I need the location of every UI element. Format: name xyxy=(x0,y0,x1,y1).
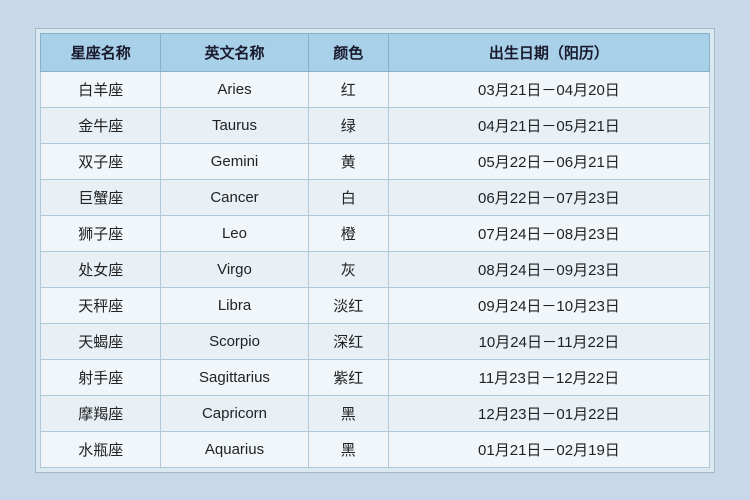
cell-color: 橙 xyxy=(308,215,388,251)
cell-english: Aries xyxy=(161,71,308,107)
cell-chinese: 狮子座 xyxy=(41,215,161,251)
table-row: 天秤座Libra淡红09月24日－10月23日 xyxy=(41,287,710,323)
cell-chinese: 水瓶座 xyxy=(41,431,161,467)
cell-english: Libra xyxy=(161,287,308,323)
cell-chinese: 射手座 xyxy=(41,359,161,395)
cell-english: Aquarius xyxy=(161,431,308,467)
table-row: 双子座Gemini黄05月22日－06月21日 xyxy=(41,143,710,179)
table-row: 处女座Virgo灰08月24日－09月23日 xyxy=(41,251,710,287)
cell-chinese: 双子座 xyxy=(41,143,161,179)
cell-color: 黄 xyxy=(308,143,388,179)
cell-date: 04月21日－05月21日 xyxy=(388,107,709,143)
cell-color: 淡红 xyxy=(308,287,388,323)
cell-date: 07月24日－08月23日 xyxy=(388,215,709,251)
header-date: 出生日期（阳历） xyxy=(388,33,709,71)
cell-color: 红 xyxy=(308,71,388,107)
cell-date: 05月22日－06月21日 xyxy=(388,143,709,179)
cell-color: 灰 xyxy=(308,251,388,287)
table-row: 狮子座Leo橙07月24日－08月23日 xyxy=(41,215,710,251)
cell-english: Gemini xyxy=(161,143,308,179)
cell-english: Leo xyxy=(161,215,308,251)
cell-color: 绿 xyxy=(308,107,388,143)
cell-color: 紫红 xyxy=(308,359,388,395)
cell-chinese: 天蝎座 xyxy=(41,323,161,359)
cell-chinese: 白羊座 xyxy=(41,71,161,107)
table-header-row: 星座名称 英文名称 颜色 出生日期（阳历） xyxy=(41,33,710,71)
zodiac-table-container: 星座名称 英文名称 颜色 出生日期（阳历） 白羊座Aries红03月21日－04… xyxy=(35,28,715,473)
cell-chinese: 天秤座 xyxy=(41,287,161,323)
table-row: 射手座Sagittarius紫红11月23日－12月22日 xyxy=(41,359,710,395)
cell-date: 10月24日－11月22日 xyxy=(388,323,709,359)
cell-date: 01月21日－02月19日 xyxy=(388,431,709,467)
table-row: 巨蟹座Cancer白06月22日－07月23日 xyxy=(41,179,710,215)
header-english: 英文名称 xyxy=(161,33,308,71)
cell-date: 03月21日－04月20日 xyxy=(388,71,709,107)
cell-date: 08月24日－09月23日 xyxy=(388,251,709,287)
cell-color: 黑 xyxy=(308,395,388,431)
cell-date: 06月22日－07月23日 xyxy=(388,179,709,215)
table-row: 天蝎座Scorpio深红10月24日－11月22日 xyxy=(41,323,710,359)
cell-chinese: 摩羯座 xyxy=(41,395,161,431)
cell-english: Capricorn xyxy=(161,395,308,431)
cell-date: 09月24日－10月23日 xyxy=(388,287,709,323)
table-body: 白羊座Aries红03月21日－04月20日金牛座Taurus绿04月21日－0… xyxy=(41,71,710,467)
cell-english: Virgo xyxy=(161,251,308,287)
header-color: 颜色 xyxy=(308,33,388,71)
header-chinese: 星座名称 xyxy=(41,33,161,71)
table-row: 摩羯座Capricorn黑12月23日－01月22日 xyxy=(41,395,710,431)
cell-english: Cancer xyxy=(161,179,308,215)
cell-english: Sagittarius xyxy=(161,359,308,395)
cell-english: Taurus xyxy=(161,107,308,143)
cell-color: 白 xyxy=(308,179,388,215)
zodiac-table: 星座名称 英文名称 颜色 出生日期（阳历） 白羊座Aries红03月21日－04… xyxy=(40,33,710,468)
table-row: 白羊座Aries红03月21日－04月20日 xyxy=(41,71,710,107)
cell-english: Scorpio xyxy=(161,323,308,359)
cell-chinese: 金牛座 xyxy=(41,107,161,143)
table-row: 金牛座Taurus绿04月21日－05月21日 xyxy=(41,107,710,143)
cell-date: 11月23日－12月22日 xyxy=(388,359,709,395)
cell-chinese: 巨蟹座 xyxy=(41,179,161,215)
cell-color: 深红 xyxy=(308,323,388,359)
cell-date: 12月23日－01月22日 xyxy=(388,395,709,431)
cell-color: 黑 xyxy=(308,431,388,467)
table-row: 水瓶座Aquarius黑01月21日－02月19日 xyxy=(41,431,710,467)
cell-chinese: 处女座 xyxy=(41,251,161,287)
